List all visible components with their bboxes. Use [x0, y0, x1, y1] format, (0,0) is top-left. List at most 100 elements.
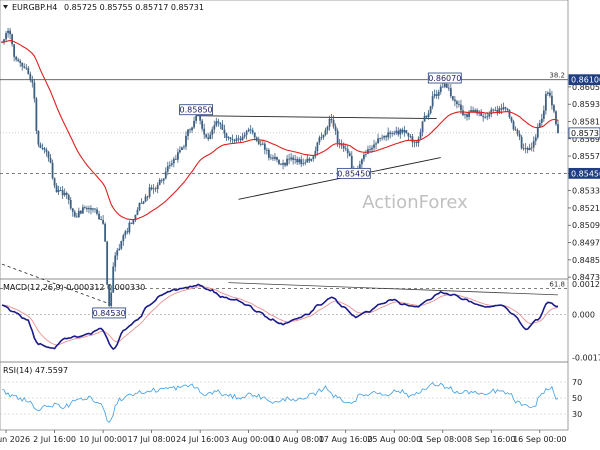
- candle-body: [112, 266, 115, 293]
- candle-body: [379, 137, 381, 139]
- candle-body: [389, 132, 392, 134]
- candle-body: [544, 94, 547, 111]
- candle-body: [25, 67, 28, 69]
- candle-body: [373, 144, 375, 148]
- candle-body: [140, 202, 143, 204]
- candle-body: [278, 159, 280, 164]
- candle-body: [530, 147, 533, 149]
- candle-body: [458, 104, 460, 105]
- candle-body: [399, 129, 402, 135]
- candle-body: [257, 140, 260, 144]
- candle-body: [431, 96, 434, 107]
- candle-body: [259, 143, 262, 145]
- candle-body: [328, 118, 331, 127]
- candle-body: [443, 84, 446, 87]
- candle-body: [421, 121, 424, 132]
- candle-body: [11, 34, 14, 45]
- candle-body: [272, 157, 274, 159]
- candle-body: [482, 116, 485, 118]
- time-tick-label: 10 Aug 08:00: [270, 435, 324, 444]
- candle-body: [176, 152, 179, 160]
- candle-body: [346, 149, 349, 154]
- candle-body: [492, 109, 495, 111]
- candle-body: [187, 129, 189, 136]
- candle-body: [540, 118, 543, 123]
- candle-body: [405, 130, 408, 133]
- candle-body: [429, 106, 432, 114]
- price-annotation-label: 0.86070: [428, 74, 461, 83]
- macd-tick-label: 0.001243: [572, 280, 600, 289]
- candle-body: [39, 144, 42, 148]
- candle-body: [79, 210, 82, 214]
- candle-body: [508, 109, 511, 118]
- candle-body: [546, 92, 549, 95]
- candle-body: [528, 147, 531, 150]
- candle-body: [451, 96, 454, 100]
- candle-body: [130, 222, 133, 224]
- candle-body: [231, 138, 234, 140]
- time-tick-label: 17 Jul 08:00: [128, 435, 176, 444]
- candle-body: [310, 158, 313, 161]
- candle-body: [181, 147, 183, 151]
- price-tick-label: 0.85570: [572, 152, 600, 161]
- candle-body: [504, 107, 507, 109]
- candle-body: [557, 124, 559, 134]
- candle-body: [100, 219, 102, 220]
- candle-body: [512, 121, 515, 130]
- fib-label: 61.8: [549, 281, 565, 289]
- candle-body: [377, 138, 379, 144]
- candle-body: [69, 200, 72, 209]
- candle-body: [453, 99, 456, 102]
- candle-body: [183, 146, 185, 148]
- candle-body: [239, 138, 242, 141]
- candle-body: [340, 144, 343, 146]
- candle-body: [197, 115, 200, 117]
- candle-body: [288, 158, 290, 160]
- candle-body: [104, 223, 107, 242]
- candle-body: [326, 126, 329, 131]
- time-tick-label: 24 Jul 16:00: [176, 435, 224, 444]
- time-tick-label: 25 Jun 2026: [0, 435, 30, 444]
- candle-body: [296, 159, 299, 163]
- candle-body: [542, 110, 545, 119]
- symbol-label: EURGBP.H4: [12, 3, 57, 12]
- candle-body: [71, 208, 74, 212]
- candle-body: [88, 208, 90, 210]
- candle-body: [312, 156, 315, 159]
- rsi-tick-label: 50: [572, 394, 582, 403]
- candle-body: [5, 33, 7, 40]
- candle-body: [168, 164, 171, 167]
- candle-body: [276, 156, 278, 160]
- candle-body: [395, 130, 398, 134]
- candle-body: [320, 137, 323, 139]
- candle-body: [460, 104, 462, 111]
- candle-body: [237, 138, 240, 140]
- candle-body: [179, 150, 181, 153]
- candle-body: [77, 210, 80, 218]
- candle-body: [251, 130, 254, 133]
- candle-body: [211, 129, 214, 135]
- price-tick-label: 0.85930: [572, 100, 600, 109]
- candle-body: [185, 135, 187, 147]
- candle-body: [425, 115, 428, 118]
- candle-body: [413, 141, 416, 143]
- candle-body: [217, 121, 220, 123]
- candle-body: [466, 114, 468, 117]
- candle-body: [502, 107, 505, 110]
- candle-body: [365, 153, 367, 155]
- candle-body: [500, 108, 503, 110]
- candle-body: [488, 114, 491, 117]
- candle-body: [447, 87, 450, 89]
- candle-body: [270, 157, 272, 159]
- time-tick-label: 8 Sep 16:00: [467, 435, 515, 444]
- candle-body: [17, 59, 20, 62]
- candle-body: [223, 129, 226, 134]
- candle-body: [235, 138, 238, 141]
- candle-body: [172, 158, 175, 164]
- price-tick-label: 0.85330: [572, 187, 600, 196]
- ohlc-label: 0.85725 0.85755 0.85717 0.85731: [64, 3, 204, 12]
- candle-body: [381, 137, 384, 139]
- candle-body: [108, 284, 111, 306]
- candle-body: [29, 74, 32, 80]
- candle-body: [122, 235, 125, 242]
